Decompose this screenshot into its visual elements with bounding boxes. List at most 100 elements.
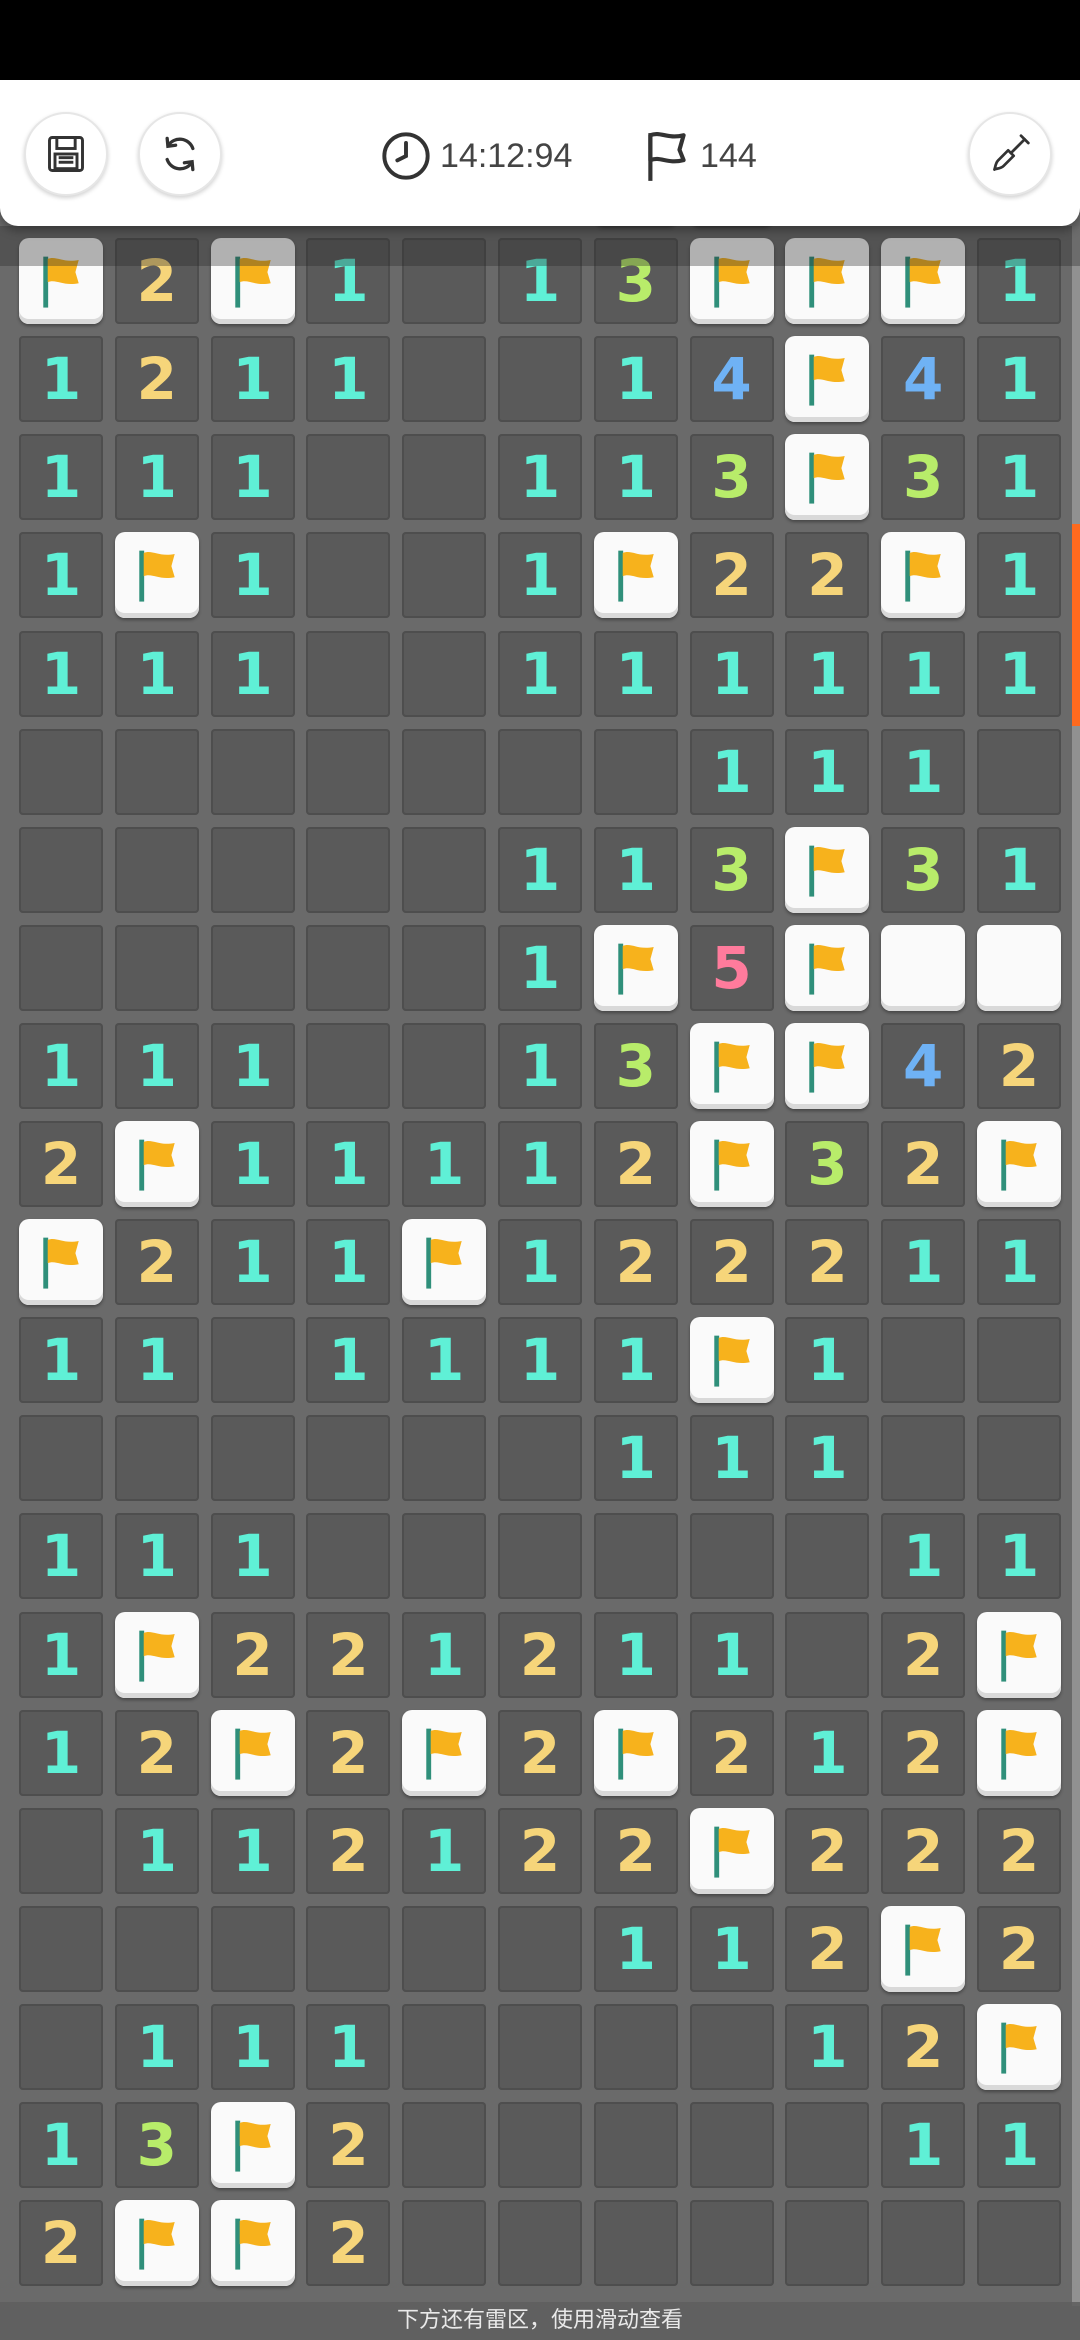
- number-cell[interactable]: 1: [684, 625, 780, 723]
- number-cell[interactable]: 1: [588, 428, 684, 526]
- number-cell[interactable]: 2: [492, 1606, 588, 1704]
- number-cell[interactable]: 2: [875, 1606, 971, 1704]
- empty-cell[interactable]: [13, 1409, 109, 1507]
- empty-cell[interactable]: [875, 1311, 971, 1409]
- empty-cell[interactable]: [109, 919, 205, 1017]
- number-cell[interactable]: 1: [13, 625, 109, 723]
- number-cell[interactable]: 1: [875, 625, 971, 723]
- number-cell[interactable]: 1: [875, 723, 971, 821]
- number-cell[interactable]: 1: [779, 1998, 875, 2096]
- number-cell[interactable]: 2: [875, 1802, 971, 1900]
- flagged-cell[interactable]: [779, 821, 875, 919]
- empty-cell[interactable]: [588, 723, 684, 821]
- number-cell[interactable]: 2: [588, 1802, 684, 1900]
- scrollbar-thumb[interactable]: [1072, 524, 1080, 726]
- number-cell[interactable]: 2: [588, 1115, 684, 1213]
- number-cell[interactable]: 1: [971, 821, 1067, 919]
- number-cell[interactable]: 1: [971, 1213, 1067, 1311]
- empty-cell[interactable]: [588, 1507, 684, 1605]
- number-cell[interactable]: 1: [588, 1409, 684, 1507]
- number-cell[interactable]: 2: [300, 1606, 396, 1704]
- number-cell[interactable]: 1: [684, 1900, 780, 1998]
- number-cell[interactable]: 1: [109, 1998, 205, 2096]
- empty-cell[interactable]: [205, 821, 301, 919]
- flagged-cell[interactable]: [779, 428, 875, 526]
- number-cell[interactable]: 2: [684, 526, 780, 624]
- number-cell[interactable]: 1: [971, 428, 1067, 526]
- number-cell[interactable]: 1: [779, 625, 875, 723]
- number-cell[interactable]: 3: [684, 821, 780, 919]
- empty-cell[interactable]: [779, 1606, 875, 1704]
- number-cell[interactable]: 1: [13, 330, 109, 428]
- empty-cell[interactable]: [492, 2096, 588, 2194]
- number-cell[interactable]: 2: [492, 1802, 588, 1900]
- number-cell[interactable]: 1: [13, 2096, 109, 2194]
- number-cell[interactable]: 1: [492, 821, 588, 919]
- number-cell[interactable]: 1: [205, 625, 301, 723]
- number-cell[interactable]: 1: [109, 1017, 205, 1115]
- number-cell[interactable]: 1: [205, 1802, 301, 1900]
- number-cell[interactable]: 2: [492, 1704, 588, 1802]
- empty-cell[interactable]: [300, 821, 396, 919]
- number-cell[interactable]: 3: [684, 428, 780, 526]
- number-cell[interactable]: 1: [779, 723, 875, 821]
- empty-cell[interactable]: [13, 821, 109, 919]
- flagged-cell[interactable]: [971, 1704, 1067, 1802]
- empty-cell[interactable]: [396, 2194, 492, 2292]
- empty-cell[interactable]: [396, 1900, 492, 1998]
- number-cell[interactable]: 1: [13, 428, 109, 526]
- empty-cell[interactable]: [779, 2194, 875, 2292]
- number-cell[interactable]: 2: [13, 2194, 109, 2292]
- number-cell[interactable]: 1: [300, 1311, 396, 1409]
- number-cell[interactable]: 2: [109, 1213, 205, 1311]
- empty-cell[interactable]: [684, 1998, 780, 2096]
- save-button[interactable]: [24, 112, 108, 196]
- empty-cell[interactable]: [684, 2194, 780, 2292]
- flagged-cell[interactable]: [971, 1115, 1067, 1213]
- number-cell[interactable]: 2: [875, 1115, 971, 1213]
- number-cell[interactable]: 2: [779, 1802, 875, 1900]
- number-cell[interactable]: 4: [875, 330, 971, 428]
- number-cell[interactable]: 1: [684, 723, 780, 821]
- flagged-cell[interactable]: [109, 1606, 205, 1704]
- flagged-cell[interactable]: [205, 2194, 301, 2292]
- restart-button[interactable]: [138, 112, 222, 196]
- number-cell[interactable]: 1: [109, 428, 205, 526]
- number-cell[interactable]: 3: [875, 428, 971, 526]
- flagged-cell[interactable]: [875, 1900, 971, 1998]
- number-cell[interactable]: 2: [109, 1704, 205, 1802]
- flagged-cell[interactable]: [396, 1704, 492, 1802]
- number-cell[interactable]: 3: [109, 2096, 205, 2194]
- empty-cell[interactable]: [109, 723, 205, 821]
- number-cell[interactable]: 1: [588, 1311, 684, 1409]
- empty-cell[interactable]: [492, 1409, 588, 1507]
- number-cell[interactable]: 1: [109, 625, 205, 723]
- number-cell[interactable]: 2: [971, 1017, 1067, 1115]
- number-cell[interactable]: 1: [300, 1998, 396, 2096]
- empty-cell[interactable]: [300, 1507, 396, 1605]
- empty-cell[interactable]: [13, 1802, 109, 1900]
- empty-cell[interactable]: [396, 428, 492, 526]
- empty-cell[interactable]: [205, 1311, 301, 1409]
- number-cell[interactable]: 1: [205, 1017, 301, 1115]
- number-cell[interactable]: 1: [492, 919, 588, 1017]
- number-cell[interactable]: 1: [205, 330, 301, 428]
- number-cell[interactable]: 1: [205, 526, 301, 624]
- number-cell[interactable]: 1: [396, 1802, 492, 1900]
- number-cell[interactable]: 1: [205, 1998, 301, 2096]
- number-cell[interactable]: 1: [109, 1802, 205, 1900]
- empty-cell[interactable]: [588, 2096, 684, 2194]
- number-cell[interactable]: 2: [779, 1900, 875, 1998]
- number-cell[interactable]: 1: [109, 1507, 205, 1605]
- number-cell[interactable]: 2: [971, 1802, 1067, 1900]
- empty-cell[interactable]: [971, 723, 1067, 821]
- number-cell[interactable]: 2: [205, 1606, 301, 1704]
- number-cell[interactable]: 1: [684, 1409, 780, 1507]
- flagged-cell[interactable]: [13, 1213, 109, 1311]
- number-cell[interactable]: 2: [588, 1213, 684, 1311]
- number-cell[interactable]: 4: [684, 330, 780, 428]
- empty-cell[interactable]: [492, 723, 588, 821]
- empty-cell[interactable]: [300, 723, 396, 821]
- number-cell[interactable]: 1: [588, 1606, 684, 1704]
- number-cell[interactable]: 1: [13, 1606, 109, 1704]
